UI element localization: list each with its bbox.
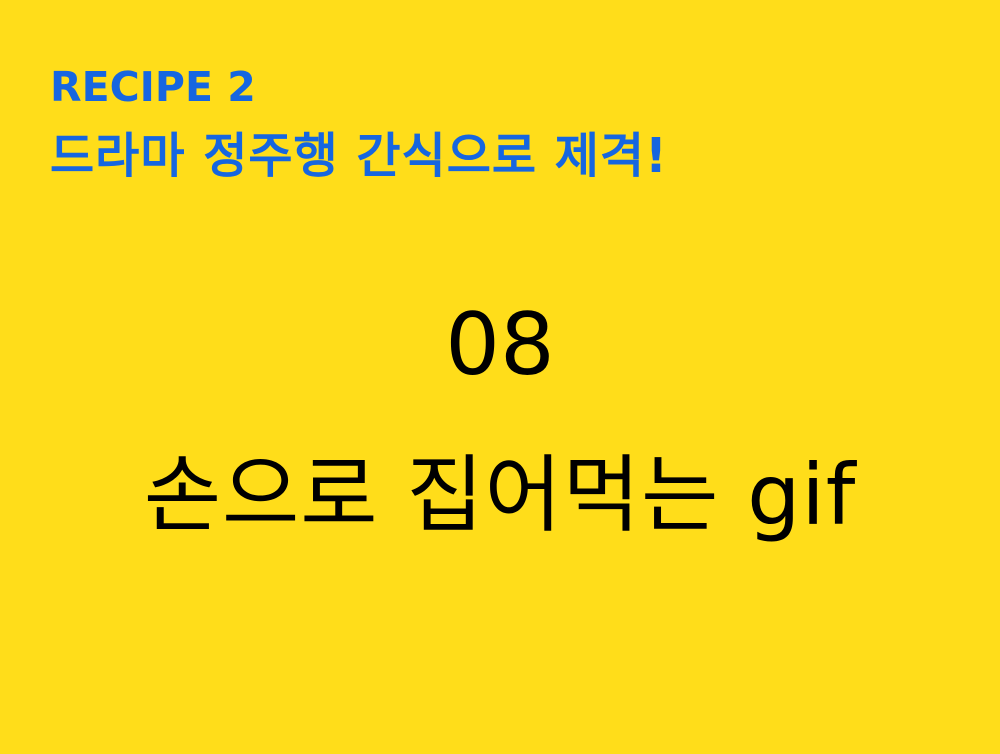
page: { "header": { "recipe_label": "RECIPE 2"… [0,0,1000,754]
main-content: 08 손으로 집어먹는 gif [0,290,1000,550]
item-number: 08 [445,295,555,395]
item-title: 손으로 집어먹는 gif [143,446,857,544]
recipe-title: 드라마 정주행 간식으로 제격! [50,128,668,184]
recipe-label: RECIPE 2 [50,63,256,111]
header: RECIPE 2 드라마 정주행 간식으로 제격! [50,62,668,186]
